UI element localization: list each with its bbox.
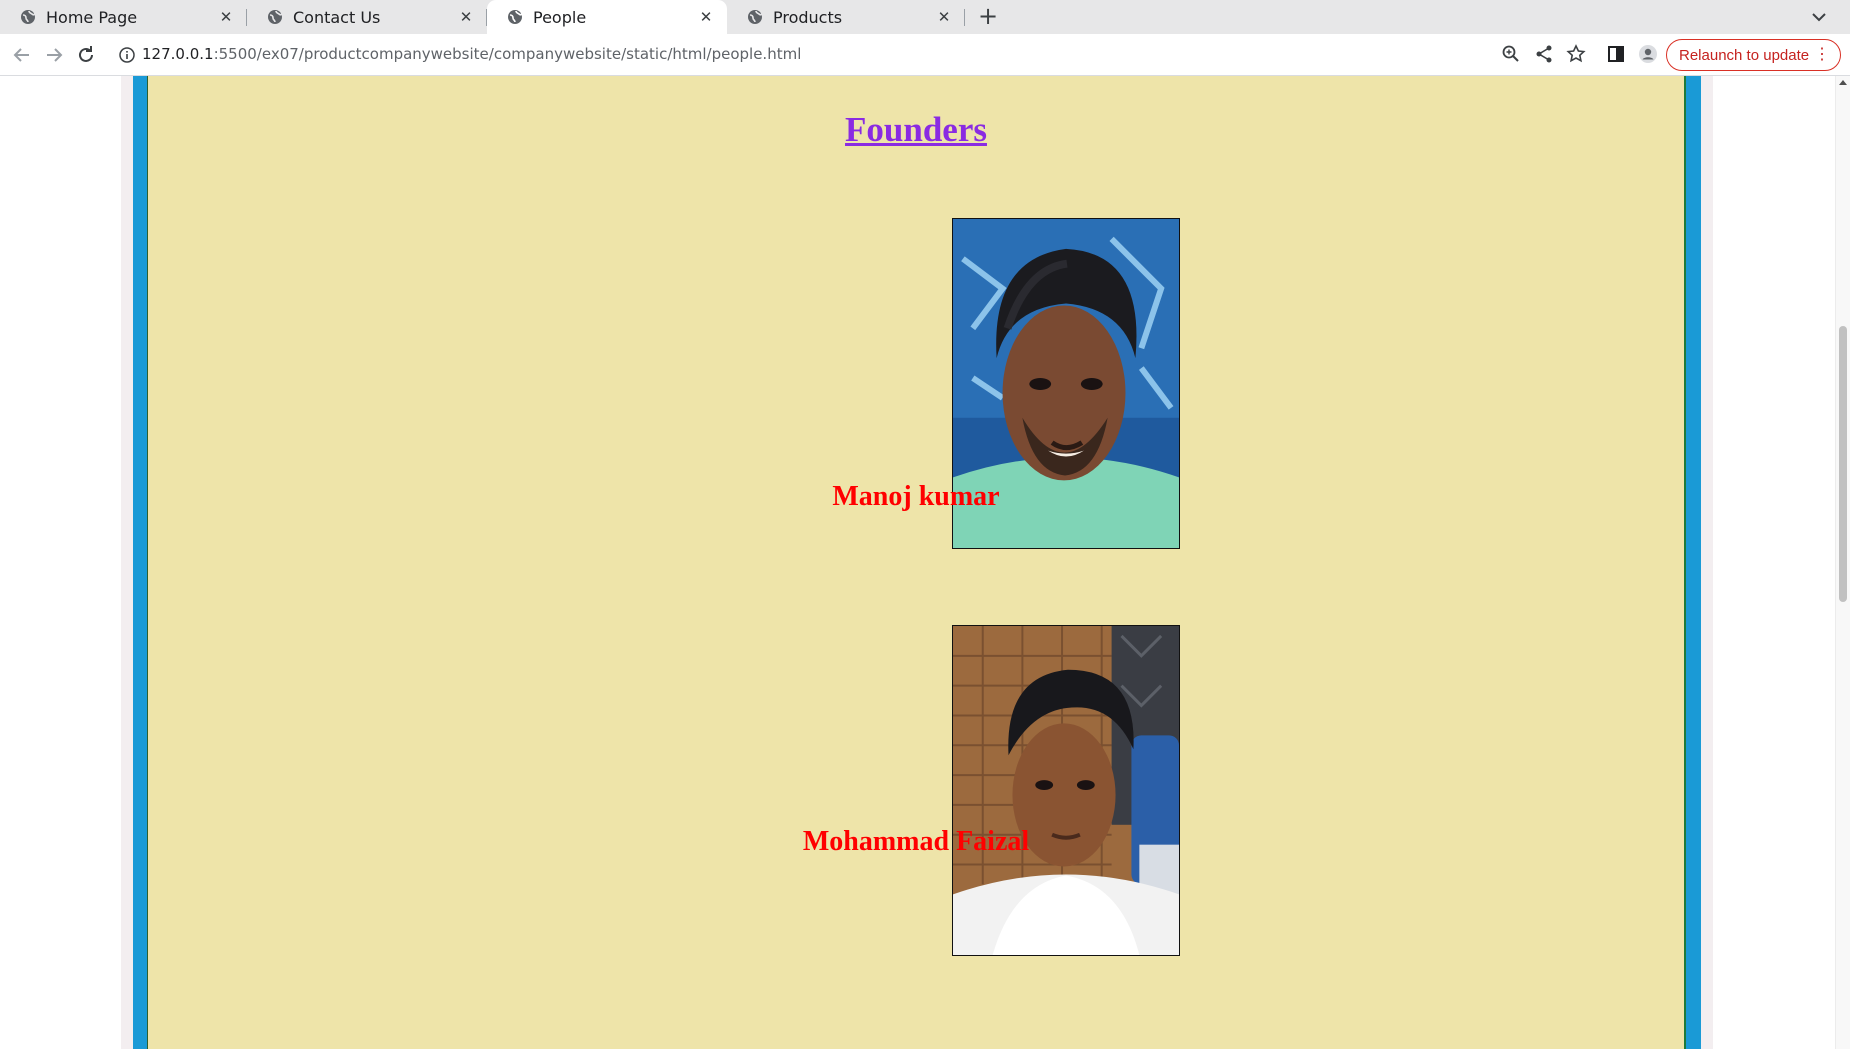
- founder-name: Mohammad Faizal: [802, 826, 1030, 857]
- close-tab-icon[interactable]: ✕: [457, 8, 475, 26]
- globe-icon: [508, 10, 523, 24]
- globe-icon: [268, 10, 283, 24]
- url-path: :5500/ex07/productcompanywebsite/company…: [213, 45, 802, 63]
- bookmark-star-icon[interactable]: [1566, 44, 1586, 64]
- browser-toolbar: 127.0.0.1:5500/ex07/productcompanywebsit…: [0, 34, 1850, 76]
- founder-photo: [952, 625, 1180, 956]
- tab-strip: Home Page ✕ Contact Us ✕ People ✕ Produc…: [0, 0, 1850, 34]
- tab-home-page[interactable]: Home Page ✕: [0, 0, 247, 34]
- tab-label: People: [533, 7, 587, 27]
- tab-label: Products: [773, 7, 843, 27]
- relaunch-label: Relaunch to update: [1679, 46, 1810, 64]
- share-icon[interactable]: [1534, 44, 1554, 64]
- reload-icon[interactable]: [74, 43, 98, 67]
- content-panel: Founders Manoj kumar Mohammad Faizal: [147, 76, 1686, 1049]
- close-tab-icon[interactable]: ✕: [697, 8, 715, 26]
- close-tab-icon[interactable]: ✕: [935, 8, 953, 26]
- globe-icon: [21, 10, 36, 24]
- close-tab-icon[interactable]: ✕: [217, 8, 235, 26]
- tab-products[interactable]: Products ✕: [727, 0, 965, 34]
- profile-avatar-icon[interactable]: [1638, 44, 1658, 64]
- new-tab-button[interactable]: +: [975, 4, 1001, 30]
- page-scrollbar[interactable]: [1835, 76, 1850, 1049]
- scroll-up-arrow-icon[interactable]: [1839, 80, 1847, 85]
- globe-icon: [748, 10, 763, 24]
- info-icon[interactable]: [118, 46, 136, 64]
- scroll-thumb[interactable]: [1839, 326, 1847, 602]
- founder-name: Manoj kumar: [832, 481, 1000, 512]
- zoom-icon[interactable]: [1501, 44, 1521, 64]
- tab-contact-us[interactable]: Contact Us ✕: [247, 0, 487, 34]
- tab-label: Home Page: [46, 7, 138, 27]
- tab-people[interactable]: People ✕: [487, 0, 727, 34]
- more-menu-icon[interactable]: ⋮: [1814, 45, 1830, 65]
- page-viewport: Founders Manoj kumar Mohammad Faizal: [0, 76, 1835, 1049]
- relaunch-update-button[interactable]: Relaunch to update ⋮: [1666, 39, 1841, 71]
- founders-heading[interactable]: Founders: [148, 110, 1684, 150]
- chevron-down-icon[interactable]: [1808, 6, 1830, 28]
- founder-portrait-image: [953, 626, 1179, 955]
- url-host: 127.0.0.1: [142, 45, 214, 63]
- side-panel-icon[interactable]: [1606, 44, 1626, 64]
- url-text[interactable]: 127.0.0.1:5500/ex07/productcompanywebsit…: [142, 45, 801, 63]
- back-icon[interactable]: [10, 43, 34, 67]
- forward-icon[interactable]: [42, 43, 66, 67]
- tab-label: Contact Us: [293, 7, 381, 27]
